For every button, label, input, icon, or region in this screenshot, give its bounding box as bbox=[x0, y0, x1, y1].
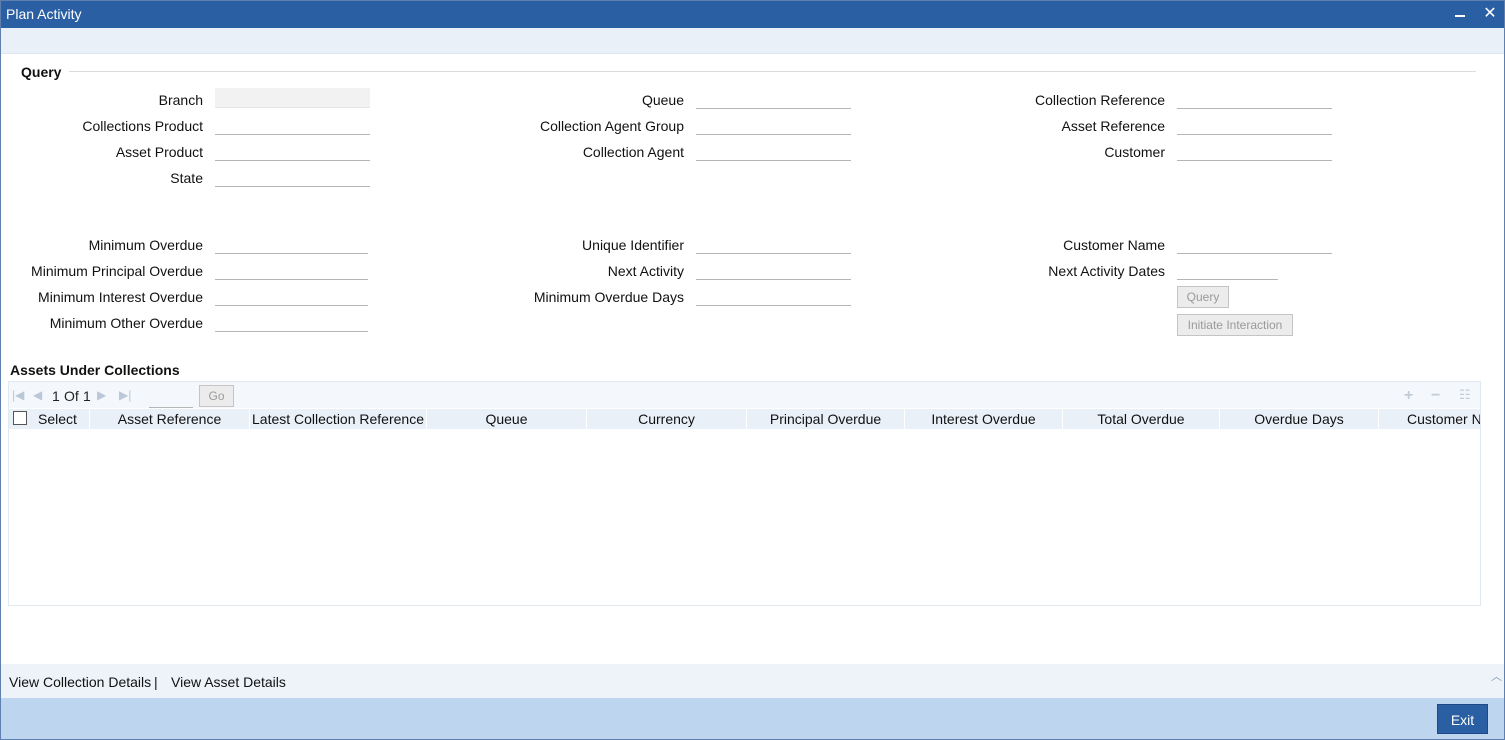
customer-label: Customer bbox=[1104, 144, 1165, 160]
minimum-principal-overdue-field[interactable] bbox=[215, 260, 368, 280]
branch-field bbox=[215, 88, 370, 108]
last-page-icon[interactable]: ▶| bbox=[119, 388, 131, 402]
state-label: State bbox=[170, 170, 203, 186]
collections-product-field[interactable] bbox=[215, 115, 370, 135]
minimum-other-overdue-field[interactable] bbox=[215, 312, 368, 332]
col-total-overdue[interactable]: Total Overdue bbox=[1063, 409, 1220, 429]
asset-product-label: Asset Product bbox=[115, 144, 203, 160]
col-interest-overdue[interactable]: Interest Overdue bbox=[905, 409, 1063, 429]
next-activity-dates-field[interactable] bbox=[1177, 260, 1278, 280]
assets-section-title: Assets Under Collections bbox=[10, 362, 180, 378]
next-activity-field[interactable] bbox=[696, 260, 851, 280]
collection-agent-field[interactable] bbox=[696, 141, 851, 161]
minimum-interest-overdue-field[interactable] bbox=[215, 286, 368, 306]
col-currency[interactable]: Currency bbox=[587, 409, 747, 429]
minimum-other-overdue-label: Minimum Other Overdue bbox=[49, 315, 203, 331]
col-asset-reference[interactable]: Asset Reference bbox=[90, 409, 250, 429]
footer-bar: Exit bbox=[1, 698, 1504, 739]
collection-reference-label: Collection Reference bbox=[1035, 92, 1165, 108]
state-field[interactable] bbox=[215, 167, 370, 187]
single-view-icon[interactable]: ☷ bbox=[1459, 387, 1471, 403]
col-select-label: Select bbox=[38, 411, 77, 427]
view-asset-details-link[interactable]: View Asset Details bbox=[171, 674, 286, 690]
grid-toolbar: |◀ ◀ 1 Of 1 ▶ ▶| Go + − ☷ bbox=[9, 382, 1480, 408]
exit-button[interactable]: Exit bbox=[1437, 704, 1488, 734]
col-overdue-days[interactable]: Overdue Days bbox=[1220, 409, 1379, 429]
initiate-interaction-button[interactable]: Initiate Interaction bbox=[1177, 314, 1293, 336]
first-page-icon[interactable]: |◀ bbox=[12, 388, 24, 402]
assets-grid: |◀ ◀ 1 Of 1 ▶ ▶| Go + − ☷ Select Asset R… bbox=[8, 381, 1481, 606]
customer-field[interactable] bbox=[1177, 141, 1332, 161]
col-select: Select bbox=[9, 409, 90, 429]
collection-reference-field[interactable] bbox=[1177, 89, 1332, 109]
add-row-icon[interactable]: + bbox=[1404, 387, 1413, 405]
asset-reference-field[interactable] bbox=[1177, 115, 1332, 135]
bottom-links-bar: View Collection Details | View Asset Det… bbox=[1, 664, 1504, 698]
delete-row-icon[interactable]: − bbox=[1431, 387, 1440, 405]
minimize-icon[interactable] bbox=[1449, 3, 1471, 25]
prev-page-icon[interactable]: ◀ bbox=[33, 388, 42, 402]
col-principal-overdue[interactable]: Principal Overdue bbox=[747, 409, 905, 429]
minimum-principal-overdue-label: Minimum Principal Overdue bbox=[31, 263, 203, 279]
pager-of-label: Of bbox=[64, 388, 79, 404]
view-collection-details-link[interactable]: View Collection Details bbox=[9, 674, 151, 690]
total-pages: 1 bbox=[83, 388, 91, 404]
collections-product-label: Collections Product bbox=[82, 118, 203, 134]
col-queue[interactable]: Queue bbox=[427, 409, 587, 429]
customer-name-field[interactable] bbox=[1177, 234, 1332, 254]
links-separator: | bbox=[154, 674, 158, 690]
query-section-title: Query bbox=[21, 64, 62, 80]
queue-label: Queue bbox=[641, 92, 684, 108]
unique-identifier-field[interactable] bbox=[696, 234, 851, 254]
asset-product-field[interactable] bbox=[215, 141, 370, 161]
window-title: Plan Activity bbox=[6, 6, 82, 22]
plan-activity-window: Plan Activity ✕ Query Branch Collections… bbox=[0, 0, 1505, 740]
col-latest-collection-reference[interactable]: Latest Collection Reference bbox=[250, 409, 427, 429]
grid-header-row: Select Asset Reference Latest Collection… bbox=[9, 409, 1480, 429]
asset-reference-label: Asset Reference bbox=[1061, 118, 1166, 134]
customer-name-label: Customer Name bbox=[1063, 237, 1165, 253]
next-page-icon[interactable]: ▶ bbox=[97, 388, 106, 402]
current-page: 1 bbox=[52, 388, 60, 404]
query-button[interactable]: Query bbox=[1177, 286, 1229, 308]
col-customer-name[interactable]: Customer Na bbox=[1379, 409, 1480, 429]
branch-label: Branch bbox=[158, 92, 203, 108]
next-activity-dates-label: Next Activity Dates bbox=[1048, 263, 1165, 279]
minimum-overdue-field[interactable] bbox=[215, 234, 368, 254]
minimum-overdue-label: Minimum Overdue bbox=[88, 237, 203, 253]
minimum-overdue-days-field[interactable] bbox=[696, 286, 851, 306]
go-button[interactable]: Go bbox=[199, 385, 234, 407]
minimum-interest-overdue-label: Minimum Interest Overdue bbox=[38, 289, 203, 305]
query-divider bbox=[69, 71, 1476, 72]
page-number-input[interactable] bbox=[149, 387, 193, 408]
minimum-overdue-days-label: Minimum Overdue Days bbox=[533, 289, 684, 305]
collection-agent-label: Collection Agent bbox=[582, 144, 684, 160]
scroll-up-icon[interactable]: ︿ bbox=[1491, 668, 1502, 684]
tool-strip bbox=[1, 28, 1504, 54]
collection-agent-group-label: Collection Agent Group bbox=[540, 118, 684, 134]
select-all-checkbox[interactable] bbox=[13, 411, 27, 425]
collection-agent-group-field[interactable] bbox=[696, 115, 851, 135]
queue-field[interactable] bbox=[696, 89, 851, 109]
title-bar: Plan Activity ✕ bbox=[1, 1, 1504, 28]
unique-identifier-label: Unique Identifier bbox=[582, 237, 684, 253]
close-icon[interactable]: ✕ bbox=[1479, 3, 1501, 25]
next-activity-label: Next Activity bbox=[607, 263, 684, 279]
